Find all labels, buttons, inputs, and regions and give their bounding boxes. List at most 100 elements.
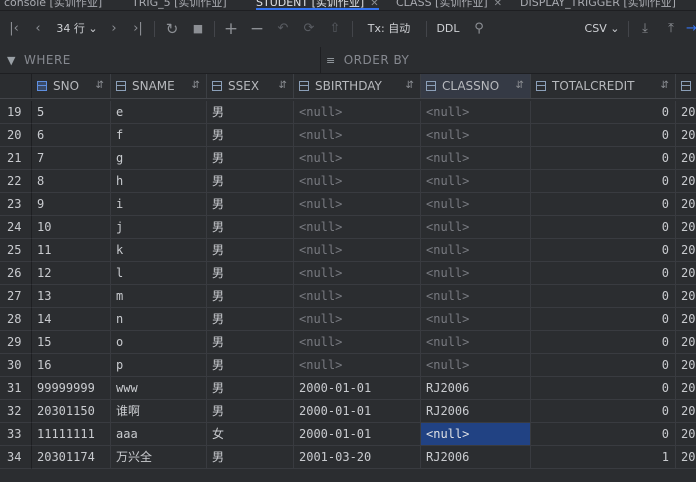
ssex-cell[interactable]: 男 — [207, 285, 294, 308]
classno-cell[interactable]: <null> — [421, 239, 531, 262]
revert-icon[interactable]: ↶ — [274, 20, 292, 38]
extra-cell[interactable]: 20 — [676, 308, 696, 331]
totalcredit-cell[interactable]: 1 — [531, 446, 676, 469]
column-header-sno[interactable]: SNO ⇵ — [32, 74, 111, 98]
sname-cell[interactable]: k — [111, 239, 207, 262]
ddl-button[interactable]: DDL — [434, 20, 462, 38]
table-row[interactable]: 32 20301150 谁啊男 2000-01-01 RJ2006 0 20 — [0, 400, 696, 423]
sbirthday-cell[interactable]: <null> — [294, 193, 421, 216]
totalcredit-cell[interactable]: 0 — [531, 354, 676, 377]
sno-cell[interactable]: 13 — [32, 285, 111, 308]
extra-cell[interactable]: 20 — [676, 354, 696, 377]
classno-cell[interactable]: <null> — [421, 101, 531, 124]
column-header-extra[interactable] — [676, 74, 696, 98]
row-number-cell[interactable]: 28 — [0, 308, 32, 331]
sbirthday-cell[interactable]: 2000-01-01 — [294, 377, 421, 400]
row-number-cell[interactable]: 21 — [0, 147, 32, 170]
row-number-cell[interactable]: 25 — [0, 239, 32, 262]
sno-cell[interactable]: 20301150 — [32, 400, 111, 423]
sbirthday-cell[interactable]: <null> — [294, 101, 421, 124]
ssex-cell[interactable]: 男 — [207, 239, 294, 262]
tab-display-trigger[interactable]: DISPLAY_TRIGGER [实训作业] — [520, 0, 676, 10]
tab-trig5[interactable]: TRIG_5 [实训作业] — [132, 0, 227, 10]
sname-cell[interactable]: l — [111, 262, 207, 285]
ssex-cell[interactable]: 男 — [207, 446, 294, 469]
row-number-cell[interactable]: 26 — [0, 262, 32, 285]
redo-icon[interactable]: ⟳ — [300, 20, 318, 38]
classno-cell[interactable]: RJ2006 — [421, 400, 531, 423]
ssex-cell[interactable]: 男 — [207, 377, 294, 400]
rows-count-dropdown[interactable]: 34 行 ⌄ — [54, 20, 100, 38]
sbirthday-cell[interactable]: <null> — [294, 147, 421, 170]
ssex-cell[interactable]: 男 — [207, 147, 294, 170]
sno-cell[interactable]: 7 — [32, 147, 111, 170]
row-number-cell[interactable]: 34 — [0, 446, 32, 469]
ssex-cell[interactable]: 男 — [207, 101, 294, 124]
ssex-cell[interactable]: 男 — [207, 193, 294, 216]
stop-icon[interactable]: ■ — [190, 20, 206, 38]
extra-cell[interactable]: 20 — [676, 193, 696, 216]
sno-cell[interactable]: 20301174 — [32, 446, 111, 469]
ssex-cell[interactable]: 男 — [207, 216, 294, 239]
sbirthday-cell[interactable]: <null> — [294, 239, 421, 262]
ssex-cell[interactable]: 男 — [207, 354, 294, 377]
ssex-cell[interactable]: 男 — [207, 308, 294, 331]
totalcredit-cell[interactable]: 0 — [531, 170, 676, 193]
sort-arrows-icon[interactable]: ⇵ — [406, 74, 414, 98]
sname-cell[interactable]: h — [111, 170, 207, 193]
totalcredit-cell[interactable]: 0 — [531, 400, 676, 423]
classno-cell[interactable]: <null> — [421, 331, 531, 354]
sname-cell[interactable]: www — [111, 377, 207, 400]
sbirthday-cell[interactable]: <null> — [294, 331, 421, 354]
totalcredit-cell[interactable]: 0 — [531, 285, 676, 308]
column-header-ssex[interactable]: SSEX ⇵ — [207, 74, 294, 98]
sno-cell[interactable]: 6 — [32, 124, 111, 147]
sbirthday-cell[interactable]: <null> — [294, 262, 421, 285]
sort-arrows-icon[interactable]: ⇵ — [661, 74, 669, 98]
row-number-cell[interactable]: 19 — [0, 101, 32, 124]
add-row-icon[interactable]: + — [222, 20, 240, 38]
sname-cell[interactable]: 万兴全 — [111, 446, 207, 469]
totalcredit-cell[interactable]: 0 — [531, 308, 676, 331]
extra-cell[interactable]: 20 — [676, 285, 696, 308]
prev-page-icon[interactable]: ‹ — [30, 20, 46, 38]
extra-cell[interactable]: 20 — [676, 239, 696, 262]
totalcredit-cell[interactable]: 0 — [531, 262, 676, 285]
close-icon[interactable]: ✕ — [370, 0, 378, 9]
sno-cell[interactable]: 11111111 — [32, 423, 111, 446]
table-row[interactable]: 20 6 f 男 <null> <null> 0 20 — [0, 124, 696, 147]
totalcredit-cell[interactable]: 0 — [531, 216, 676, 239]
sno-cell[interactable]: 9 — [32, 193, 111, 216]
column-header-sbirthday[interactable]: SBIRTHDAY ⇵ — [294, 74, 421, 98]
download-icon[interactable]: ⤓ — [636, 20, 654, 38]
sbirthday-cell[interactable]: <null> — [294, 216, 421, 239]
sort-arrows-icon[interactable]: ⇵ — [279, 74, 287, 98]
extra-cell[interactable]: 20 — [676, 147, 696, 170]
classno-cell[interactable]: <null> — [421, 308, 531, 331]
row-number-cell[interactable]: 27 — [0, 285, 32, 308]
sort-arrows-icon[interactable]: ⇵ — [192, 74, 200, 98]
table-row[interactable]: 24 10 j 男 <null> <null> 0 20 — [0, 216, 696, 239]
row-number-cell[interactable]: 31 — [0, 377, 32, 400]
classno-cell[interactable]: RJ2006 — [421, 377, 531, 400]
sname-cell[interactable]: n — [111, 308, 207, 331]
sname-cell[interactable]: f — [111, 124, 207, 147]
sname-cell[interactable]: 谁啊 — [111, 400, 207, 423]
extra-cell[interactable]: 20 — [676, 400, 696, 423]
extra-cell[interactable]: 20 — [676, 377, 696, 400]
tab-class[interactable]: CLASS [实训作业] ✕ — [396, 0, 502, 10]
extra-cell[interactable]: 20 — [676, 446, 696, 469]
sbirthday-cell[interactable]: 2001-03-20 — [294, 446, 421, 469]
classno-cell[interactable]: <null> — [421, 124, 531, 147]
sname-cell[interactable]: e — [111, 101, 207, 124]
table-row[interactable]: 28 14 n 男 <null> <null> 0 20 — [0, 308, 696, 331]
classno-cell[interactable]: <null> — [421, 354, 531, 377]
sbirthday-cell[interactable]: <null> — [294, 170, 421, 193]
classno-cell[interactable]: <null> — [421, 193, 531, 216]
ssex-cell[interactable]: 男 — [207, 331, 294, 354]
submit-icon[interactable]: ⇧ — [326, 20, 344, 38]
totalcredit-cell[interactable]: 0 — [531, 124, 676, 147]
ssex-cell[interactable]: 男 — [207, 170, 294, 193]
totalcredit-cell[interactable]: 0 — [531, 193, 676, 216]
table-row[interactable]: 27 13 m 男 <null> <null> 0 20 — [0, 285, 696, 308]
